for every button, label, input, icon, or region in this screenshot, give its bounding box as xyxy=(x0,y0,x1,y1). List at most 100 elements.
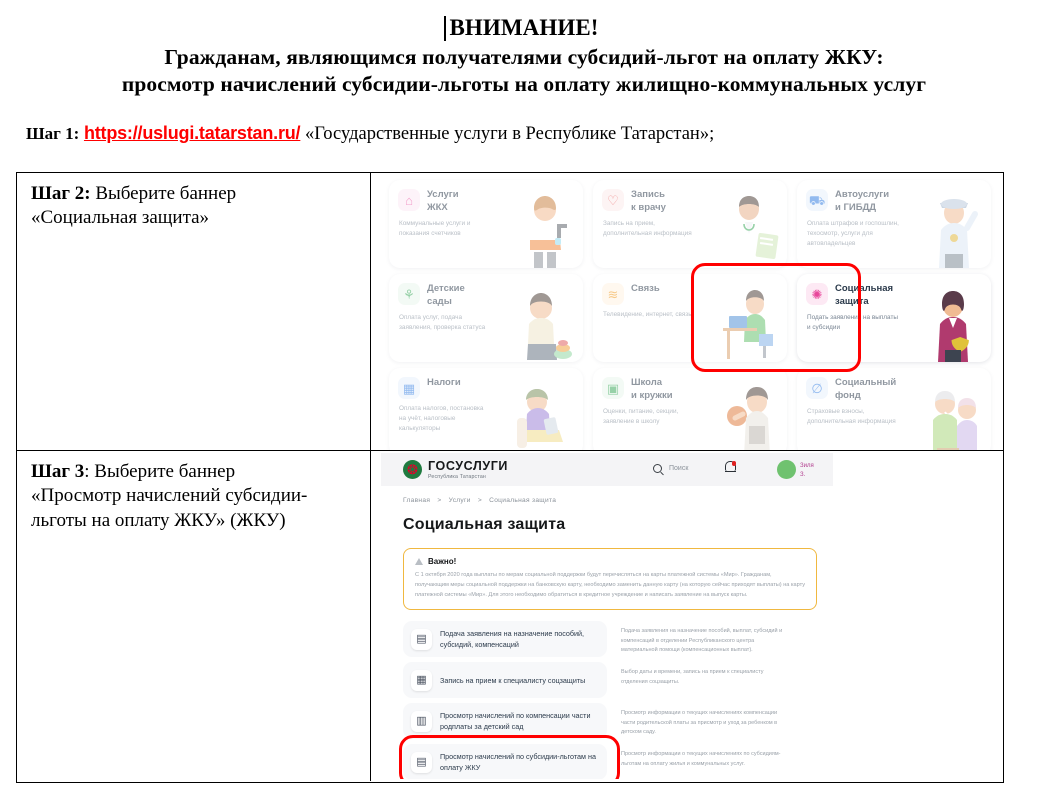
notice-title: Важно! xyxy=(428,557,457,566)
wifi-icon: ≋ xyxy=(602,283,624,305)
services-grid-screenshot: ⌂ Услуги ЖКХ Коммунальные услуги и показа… xyxy=(385,176,997,450)
service-card-auto-gibdd[interactable]: ⛟ Автоуслуги и ГИБДД Оплата штрафов и гос… xyxy=(797,180,991,268)
search-icon xyxy=(653,464,662,473)
service-card-title-line1: Социальная xyxy=(835,283,894,294)
calendar-icon: ▦ xyxy=(411,669,432,691)
list-item[interactable]: ▤ Просмотр начислений по субсидии-льгота… xyxy=(403,744,833,779)
service-item-application-submission[interactable]: ▤ Подача заявления на назначение пособий… xyxy=(403,621,607,658)
car-icon: ⛟ xyxy=(806,189,828,211)
breadcrumb-item-services[interactable]: Услуги xyxy=(449,497,471,504)
receipt-search-icon: ▥ xyxy=(411,710,432,732)
service-card-title-line1: Налоги xyxy=(427,377,461,388)
heading-attention: ВНИМАНИЕ! xyxy=(444,14,598,42)
step-2-text-line2: «Социальная защита» xyxy=(31,207,210,229)
backpack-icon: ▣ xyxy=(602,377,624,399)
step-1-label: Шаг 1: xyxy=(26,124,80,144)
service-card-title-line1: Автоуслуги xyxy=(835,189,890,200)
illustration-woman-tap xyxy=(515,194,579,268)
social-protection-page-screenshot: ❂ ГОСУСЛУГИ Республика Татарстан Поиск З… xyxy=(381,453,833,779)
social-protection-icon: ✺ xyxy=(806,283,828,305)
breadcrumb-separator: > xyxy=(437,497,442,504)
illustration-man-tablet xyxy=(515,382,579,450)
notifications-bell-icon[interactable] xyxy=(725,461,736,473)
page-title: Социальная защита xyxy=(403,516,566,533)
service-cards-grid: ⌂ Услуги ЖКХ Коммунальные услуги и показа… xyxy=(385,176,997,450)
tatarstan-emblem-icon: ❂ xyxy=(403,460,422,479)
service-card-social-fund[interactable]: ∅ Социальный фонд Страховые взносы, допол… xyxy=(797,368,991,450)
notice-text: С 1 октября 2020 года выплаты по мерам с… xyxy=(415,572,806,598)
list-item[interactable]: ▤ Подача заявления на назначение пособий… xyxy=(403,621,833,658)
service-card-zhkh[interactable]: ⌂ Услуги ЖКХ Коммунальные услуги и показа… xyxy=(389,180,583,268)
calculator-icon: ▦ xyxy=(398,377,420,399)
illustration-person-desk xyxy=(719,288,783,362)
service-item-kindergarten-compensation[interactable]: ▥ Просмотр начислений по компенсации час… xyxy=(403,703,607,740)
social-fund-icon: ∅ xyxy=(806,377,828,399)
service-card-desc: Телевидение, интернет, связь xyxy=(603,311,692,318)
service-card-desc: Оплата штрафов и госпошлин, техосмотр, у… xyxy=(807,220,899,247)
service-card-title-line1: Детские xyxy=(427,283,465,294)
illustration-woman-shield xyxy=(923,288,987,362)
service-item-appointment-booking[interactable]: ▦ Запись на прием к специалисту соцзащит… xyxy=(403,662,607,699)
step-2-screenshot-cell: ⌂ Услуги ЖКХ Коммунальные услуги и показа… xyxy=(371,173,1003,450)
service-card-desc: Подать заявления на выплаты и субсидии xyxy=(807,314,898,331)
service-card-title-line1: Услуги xyxy=(427,189,459,200)
step-1-tail-text: «Государственные услуги в Республике Тат… xyxy=(304,124,715,145)
service-item-description: Просмотр информации о текущих начисления… xyxy=(621,710,778,736)
portal-url-link[interactable]: https://uslugi.tatarstan.ru/ xyxy=(84,123,301,143)
service-card-desc: Страховые взносы, дополнительная информа… xyxy=(807,408,896,425)
service-card-title-line1: Социальный xyxy=(835,377,897,388)
search-control[interactable]: Поиск xyxy=(653,464,688,473)
step-3-text-line2: «Просмотр начислений субсидии- xyxy=(31,485,308,507)
service-card-social-protection[interactable]: ✺ Социальная защита Подать заявления на в… xyxy=(797,274,991,362)
service-card-kindergartens[interactable]: ⚘ Детские сады Оплата услуг, подача заявл… xyxy=(389,274,583,362)
important-notice: Важно! С 1 октября 2020 года выплаты по … xyxy=(403,548,817,611)
step-2-text: Выберите баннер xyxy=(90,183,237,204)
illustration-child-toys xyxy=(515,288,579,362)
heading-line-3: просмотр начислений субсидии-льготы на о… xyxy=(121,72,927,97)
service-card-title-line1: Связь xyxy=(631,283,660,294)
illustration-traffic-officer xyxy=(923,194,987,268)
document-gear-icon: ▤ xyxy=(411,628,432,650)
service-card-title-line2: к врачу xyxy=(631,201,666,213)
service-item-description: Выбор даты и времени, запись на прием к … xyxy=(621,669,764,685)
document-header: ВНИМАНИЕ! Гражданам, являющимся получате… xyxy=(0,0,1048,97)
list-item[interactable]: ▦ Запись на прием к специалисту соцзащит… xyxy=(403,662,833,699)
service-card-title-line2: и кружки xyxy=(631,389,673,401)
portal-logo[interactable]: ❂ ГОСУСЛУГИ Республика Татарстан xyxy=(403,459,508,480)
illustration-schoolgirl-ball xyxy=(719,382,783,450)
service-card-title-line1: Школа xyxy=(631,377,663,388)
steps-table: Шаг 2: Выберите баннер «Социальная защит… xyxy=(16,172,1004,783)
service-card-desc: Оплата налогов, постановка на учёт, нало… xyxy=(399,405,484,432)
service-item-zhku-subsidy-charges[interactable]: ▤ Просмотр начислений по субсидии-льгота… xyxy=(403,744,607,779)
service-card-desc: Запись на прием, дополнительная информац… xyxy=(603,220,692,237)
service-card-doctor-appointment[interactable]: ♡ Запись к врачу Запись на прием, дополни… xyxy=(593,180,787,268)
step-2-label: Шаг 2: xyxy=(31,183,91,204)
portal-header: ❂ ГОСУСЛУГИ Республика Татарстан Поиск З… xyxy=(381,453,833,486)
service-card-title-line2: защита xyxy=(835,295,869,307)
bill-search-icon: ▤ xyxy=(411,751,432,773)
warning-icon xyxy=(415,558,423,565)
service-item-title: Подача заявления на назначение пособий, … xyxy=(440,628,585,650)
breadcrumb-item-current: Социальная защита xyxy=(489,497,557,504)
step-3-instruction-cell: Шаг 3: Выберите баннер «Просмотр начисле… xyxy=(17,451,371,781)
table-row: Шаг 3: Выберите баннер «Просмотр начисле… xyxy=(17,451,1003,781)
service-card-desc: Коммунальные услуги и показания счетчико… xyxy=(399,220,471,237)
service-card-school-clubs[interactable]: ▣ Школа и кружки Оценки, питание, секции,… xyxy=(593,368,787,450)
heading-line-2: Гражданам, являющимся получателями субси… xyxy=(164,45,884,70)
list-item[interactable]: ▥ Просмотр начислений по компенсации час… xyxy=(403,703,833,740)
portal-logo-subtitle: Республика Татарстан xyxy=(428,474,486,480)
service-card-desc: Оценки, питание, секции, заявление в шко… xyxy=(603,408,679,425)
service-card-communications[interactable]: ≋ Связь Телевидение, интернет, связь xyxy=(593,274,787,362)
user-name: Зиля З. xyxy=(800,463,814,478)
service-item-title: Просмотр начислений по субсидии-льготам … xyxy=(440,751,596,773)
search-placeholder-label: Поиск xyxy=(669,465,689,472)
service-card-taxes[interactable]: ▦ Налоги Оплата налогов, постановка на у… xyxy=(389,368,583,450)
service-card-desc: Оплата услуг, подача заявления, проверка… xyxy=(399,314,486,331)
rocking-horse-icon: ⚘ xyxy=(398,283,420,305)
service-item-title: Запись на прием к специалисту соцзащиты xyxy=(440,675,586,685)
service-item-description: Просмотр информации о текущих начисления… xyxy=(621,751,781,767)
avatar[interactable] xyxy=(777,460,796,479)
breadcrumb-item-home[interactable]: Главная xyxy=(403,497,430,504)
service-item-description: Подача заявления на назначение пособий, … xyxy=(621,628,783,654)
service-list: ▤ Подача заявления на назначение пособий… xyxy=(403,621,833,779)
